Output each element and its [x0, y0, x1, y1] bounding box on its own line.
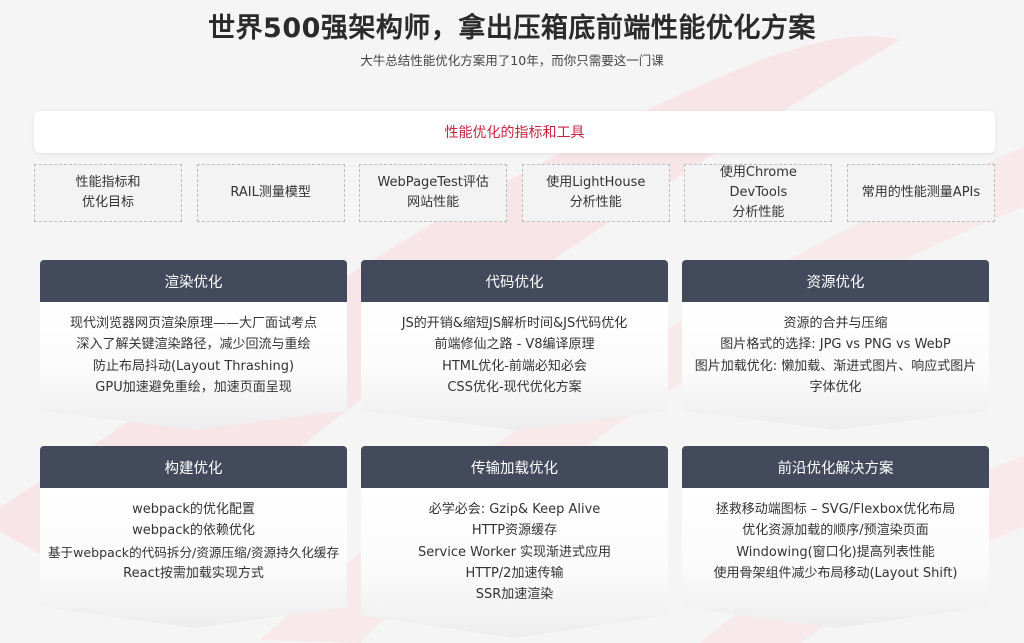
card-line: 拯救移动端图标 – SVG/Flexbox优化布局	[715, 502, 956, 517]
card-line: SSR加速渲染	[475, 587, 554, 603]
card-title: 资源优化	[682, 260, 989, 302]
card-line: 基于webpack的代码拆分/资源压缩/资源持久化缓存	[47, 544, 340, 560]
tool-item: 性能指标和 优化目标	[34, 164, 182, 222]
card-line: 图片加载优化: 懒加载、渐进式图片、响应式图片	[694, 358, 977, 374]
card-line: Windowing(窗口化)提高列表性能	[736, 544, 935, 560]
card-line: 现代浏览器网页渲染原理——大厂面试考点	[69, 316, 317, 331]
card-line: HTTP资源缓存	[471, 523, 558, 539]
card-line: 图片格式的选择: JPG vs PNG vs WebP	[720, 337, 951, 353]
metrics-banner-label: 性能优化的指标和工具	[444, 125, 585, 141]
tool-item: 使用LightHouse 分析性能	[521, 164, 670, 222]
card-line: HTTP/2加速传输	[465, 565, 564, 581]
card-line: React按需加载实现方式	[123, 565, 264, 581]
card-title: 代码优化	[361, 260, 668, 302]
card-line: webpack的依赖优化	[132, 523, 255, 539]
tool-item: RAIL测量模型	[196, 164, 345, 222]
card-line: HTML优化-前端必知必会	[442, 358, 587, 374]
tool-item: 使用Chrome DevTools 分析性能	[684, 164, 833, 222]
card-body: 拯救移动端图标 – SVG/Flexbox优化布局 优化资源加载的顺序/预渲染页…	[682, 488, 989, 628]
card-line: CSS优化-现代优化方案	[447, 379, 582, 395]
card-resource-optimization: 资源优化 资源的合并与压缩 图片格式的选择: JPG vs PNG vs Web…	[682, 260, 989, 430]
card-line: 优化资源加载的顺序/预渲染页面	[742, 523, 929, 539]
card-line: webpack的优化配置	[132, 502, 255, 517]
card-title: 传输加载优化	[361, 446, 668, 488]
card-line: 必学必会: Gzip& Keep Alive	[428, 502, 601, 517]
card-transfer-optimization: 传输加载优化 必学必会: Gzip& Keep Alive HTTP资源缓存 S…	[361, 446, 668, 638]
page-title: 世界500强架构师，拿出压箱底前端性能优化方案	[208, 13, 816, 44]
card-line: Service Worker 实现渐进式应用	[417, 544, 612, 560]
card-line: 使用骨架组件减少布局移动(Layout Shift)	[713, 565, 958, 581]
card-line: 深入了解关键渲染路径，减少回流与重绘	[76, 337, 311, 353]
card-frontier-solutions: 前沿优化解决方案 拯救移动端图标 – SVG/Flexbox优化布局 优化资源加…	[682, 446, 989, 628]
card-line: GPU加速避免重绘，加速页面呈现	[95, 379, 292, 395]
tool-item: WebPageTest评估 网站性能	[359, 164, 508, 222]
page-subtitle: 大牛总结性能优化方案用了10年，而你只需要这一门课	[360, 53, 664, 68]
card-title: 渲染优化	[40, 260, 347, 302]
tools-row: 性能指标和 优化目标 RAIL测量模型 WebPageTest评估 网站性能 使…	[34, 164, 995, 224]
card-body: JS的开销&缩短JS解析时间&JS代码优化 前端修仙之路 - V8编译原理 HT…	[361, 302, 668, 430]
card-line: 前端修仙之路 - V8编译原理	[434, 337, 595, 353]
card-body: 资源的合并与压缩 图片格式的选择: JPG vs PNG vs WebP 图片加…	[682, 302, 989, 430]
card-title: 构建优化	[40, 446, 347, 488]
card-build-optimization: 构建优化 webpack的优化配置 webpack的依赖优化 基于webpack…	[40, 446, 347, 628]
tool-item: 常用的性能测量APIs	[846, 164, 995, 222]
card-line: 防止布局抖动(Layout Thrashing)	[92, 358, 295, 374]
card-body: 必学必会: Gzip& Keep Alive HTTP资源缓存 Service …	[361, 488, 668, 638]
card-line: 资源的合并与压缩	[783, 316, 888, 331]
card-line: JS的开销&缩短JS解析时间&JS代码优化	[401, 316, 628, 331]
card-body: webpack的优化配置 webpack的依赖优化 基于webpack的代码拆分…	[40, 488, 347, 628]
card-line: 字体优化	[809, 379, 862, 395]
card-title: 前沿优化解决方案	[682, 446, 989, 488]
card-body: 现代浏览器网页渲染原理——大厂面试考点 深入了解关键渲染路径，减少回流与重绘 防…	[40, 302, 347, 430]
card-render-optimization: 渲染优化 现代浏览器网页渲染原理——大厂面试考点 深入了解关键渲染路径，减少回流…	[40, 260, 347, 430]
metrics-tools-banner: 性能优化的指标和工具	[34, 111, 995, 153]
card-code-optimization: 代码优化 JS的开销&缩短JS解析时间&JS代码优化 前端修仙之路 - V8编译…	[361, 260, 668, 430]
